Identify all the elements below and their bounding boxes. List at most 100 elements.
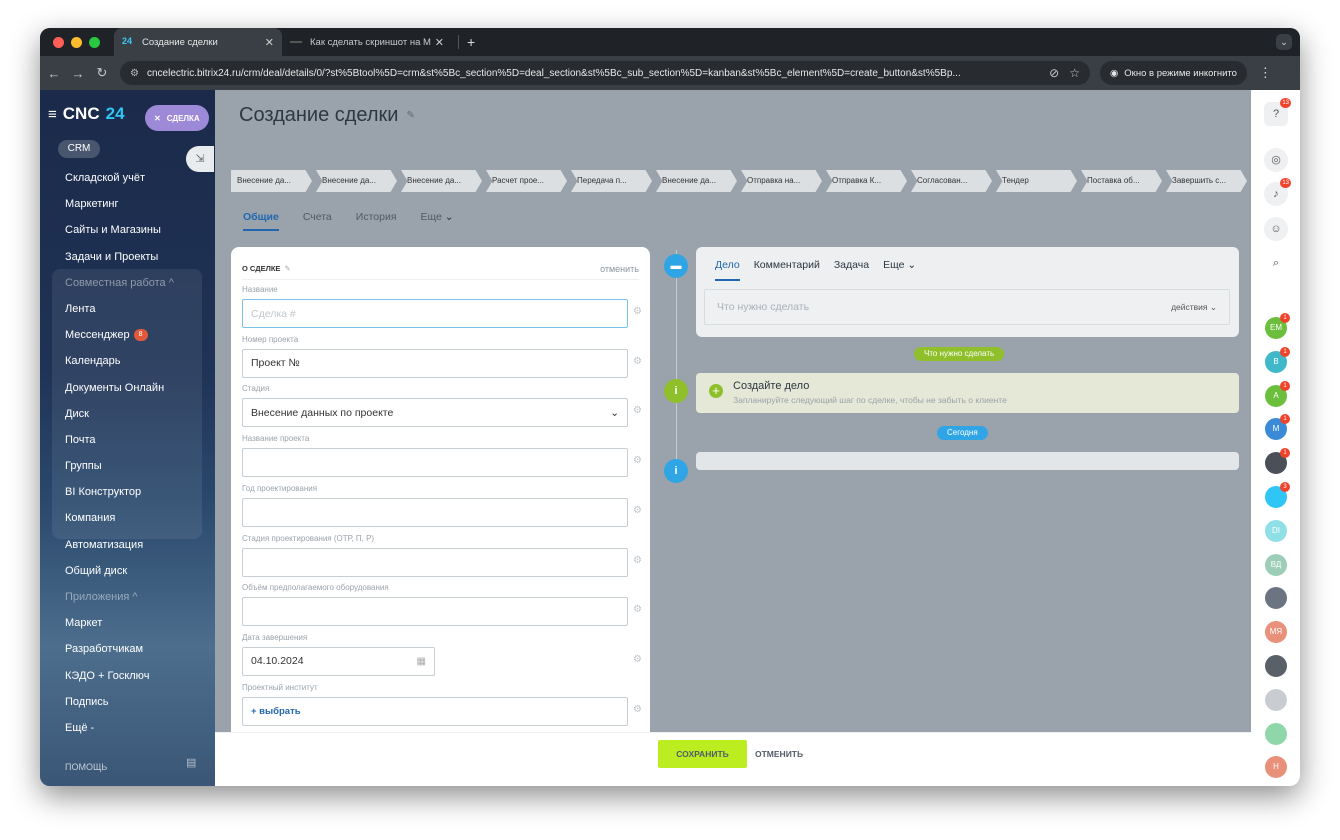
sidebar-item[interactable]: Группы — [65, 453, 215, 479]
chat-avatar[interactable]: 1 — [1265, 448, 1290, 475]
chat-avatar[interactable] — [1265, 587, 1287, 610]
edit-title-icon[interactable]: ✎ — [406, 110, 414, 121]
sidebar-item[interactable]: Подпись — [65, 689, 215, 715]
new-tab-icon[interactable]: + — [467, 34, 475, 50]
create-todo-card[interactable]: + Создайте дело Запланируйте следующий ш… — [696, 373, 1239, 413]
field-settings-icon[interactable]: ⚙ — [633, 604, 642, 615]
zoom-window-button[interactable] — [89, 36, 100, 48]
close-tab-icon[interactable]: ✕ — [265, 36, 274, 49]
stage-step[interactable]: Передача п... — [571, 170, 652, 192]
printer-icon[interactable]: ▤ — [186, 756, 196, 769]
close-tab-icon[interactable]: ✕ — [435, 36, 444, 49]
browser-tab-2[interactable]: Как сделать скриншот на Mac ✕ — [282, 28, 452, 56]
sidebar-item[interactable]: КЭДО + Госключ — [65, 663, 215, 689]
eye-off-icon[interactable]: ⊘ — [1049, 66, 1059, 80]
activity-tab-more[interactable]: Еще ⌄ — [883, 259, 916, 281]
activity-tab-comment[interactable]: Комментарий — [754, 259, 820, 281]
field-settings-icon[interactable]: ⚙ — [633, 405, 642, 416]
tab-invoices[interactable]: Счета — [303, 211, 332, 231]
incognito-indicator[interactable]: ◉ Окно в режиме инкогнито — [1100, 61, 1247, 85]
reload-icon[interactable]: ↻ — [92, 65, 112, 81]
chat-icon[interactable]: ☺ — [1264, 217, 1288, 241]
chat-avatar[interactable]: МЯ — [1265, 621, 1287, 644]
browser-tab-active[interactable]: 24 Создание сделки ✕ — [114, 28, 282, 56]
chat-avatar[interactable]: DI — [1265, 519, 1287, 542]
sidebar-item[interactable]: Лента — [65, 296, 215, 322]
stage-step[interactable]: Внесение да... — [231, 170, 312, 192]
sidebar-item[interactable]: Сайты и Магазины — [65, 217, 215, 243]
search-icon[interactable]: ⌕ — [1264, 251, 1288, 275]
chat-avatar[interactable]: М1 — [1265, 414, 1290, 441]
sidebar-item[interactable]: Почта — [65, 427, 215, 453]
sidebar-item[interactable]: Маркетинг — [65, 191, 215, 217]
sidebar-item[interactable]: Складской учёт — [65, 165, 215, 191]
tab-general[interactable]: Общие — [243, 211, 279, 231]
stage-step[interactable]: Отправка К... — [826, 170, 907, 192]
site-info-icon[interactable]: ⚙ — [130, 68, 139, 79]
bookmark-star-icon[interactable]: ☆ — [1069, 66, 1080, 80]
text-field[interactable] — [242, 597, 628, 627]
text-field[interactable]: Сделка # — [242, 299, 628, 328]
text-field[interactable] — [242, 448, 628, 478]
close-icon[interactable]: ✕ — [154, 114, 161, 123]
sidebar-item[interactable]: Компания — [65, 505, 215, 531]
actions-dropdown[interactable]: действия ⌄ — [1171, 302, 1217, 313]
help-link[interactable]: ПОМОЩЬ — [65, 762, 107, 772]
sidebar-item[interactable]: Автоматизация — [65, 532, 215, 558]
text-field[interactable] — [242, 547, 628, 577]
todo-input[interactable]: Что нужно сделать действия ⌄ — [704, 289, 1230, 325]
entity-picker[interactable]: + выбрать — [242, 696, 628, 726]
sidebar-item[interactable]: Календарь — [65, 348, 215, 374]
sidebar-item[interactable]: Совместная работа ^ — [65, 270, 215, 296]
stage-step[interactable]: Внесение да... — [401, 170, 482, 192]
sidebar-item[interactable]: BI Конструктор — [65, 479, 215, 505]
field-settings-icon[interactable]: ⚙ — [633, 704, 642, 715]
calendar-icon[interactable]: ▦ — [417, 656, 426, 667]
stage-step[interactable]: Отправка на... — [741, 170, 822, 192]
sidebar-item-crm[interactable]: CRM — [58, 140, 100, 158]
sidebar-item[interactable]: Документы Онлайн — [65, 375, 215, 401]
chat-avatar[interactable]: А1 — [1265, 380, 1290, 407]
text-field[interactable] — [242, 497, 628, 527]
chat-avatar[interactable] — [1265, 655, 1287, 677]
field-settings-icon[interactable]: ⚙ — [633, 306, 642, 317]
browser-menu-icon[interactable]: ⋮ — [1259, 65, 1272, 81]
sidebar-item[interactable]: Приложения ^ — [65, 584, 215, 610]
plus-icon[interactable]: + — [709, 384, 723, 398]
tab-more[interactable]: Еще ⌄ — [421, 211, 454, 231]
cancel-button[interactable]: ОТМЕНИТЬ — [755, 740, 803, 768]
stage-step[interactable]: Внесение да... — [316, 170, 397, 192]
bell-icon[interactable]: ♪ 13 — [1264, 178, 1291, 206]
stage-step[interactable]: Расчет прое... — [486, 170, 567, 192]
stage-step[interactable]: Внесение да... — [656, 170, 737, 192]
sidebar-item[interactable]: Диск — [65, 401, 215, 427]
section-cancel-link[interactable]: отменить — [600, 264, 639, 274]
chat-avatar[interactable]: ВД — [1265, 553, 1287, 576]
chat-avatar[interactable] — [1265, 722, 1287, 745]
copilot-icon[interactable]: ◎ — [1264, 148, 1288, 172]
stage-step[interactable]: Согласован... — [911, 170, 992, 192]
sidebar-item[interactable]: Ещё - — [65, 715, 215, 741]
field-settings-icon[interactable]: ⚙ — [633, 555, 642, 566]
minimize-window-button[interactable] — [71, 36, 82, 48]
deal-slider-pill[interactable]: ✕ СДЕЛКА — [145, 105, 209, 131]
tab-history[interactable]: История — [356, 211, 397, 231]
chat-avatar[interactable]: Н — [1265, 756, 1287, 779]
sidebar-item[interactable]: Разработчикам — [65, 636, 215, 662]
chat-avatar[interactable]: В1 — [1265, 346, 1290, 373]
stage-step[interactable]: Тендер — [996, 170, 1077, 192]
sidebar-item[interactable]: Задачи и Проекты — [65, 244, 215, 270]
tab-search-icon[interactable]: ⌄ — [1276, 34, 1292, 50]
sidebar-item[interactable]: Маркет — [65, 610, 215, 636]
menu-burger-icon[interactable]: ≡ — [48, 106, 57, 123]
stage-select[interactable]: Внесение данных по проекте ⌄ — [242, 398, 628, 428]
save-button[interactable]: СОХРАНИТЬ — [658, 740, 747, 768]
sidebar-item[interactable]: Мессенджер 8 — [65, 322, 215, 348]
portal-logo[interactable]: ≡ CNC 24 — [48, 104, 125, 124]
field-settings-icon[interactable]: ⚙ — [633, 356, 642, 367]
edit-section-icon[interactable]: ✎ — [284, 264, 290, 273]
stage-step[interactable]: Поставка об... — [1081, 170, 1162, 192]
chat-avatar[interactable] — [1265, 688, 1287, 711]
chat-avatar[interactable]: ЕМ 1 — [1265, 313, 1290, 339]
forward-icon[interactable]: → — [68, 66, 88, 81]
